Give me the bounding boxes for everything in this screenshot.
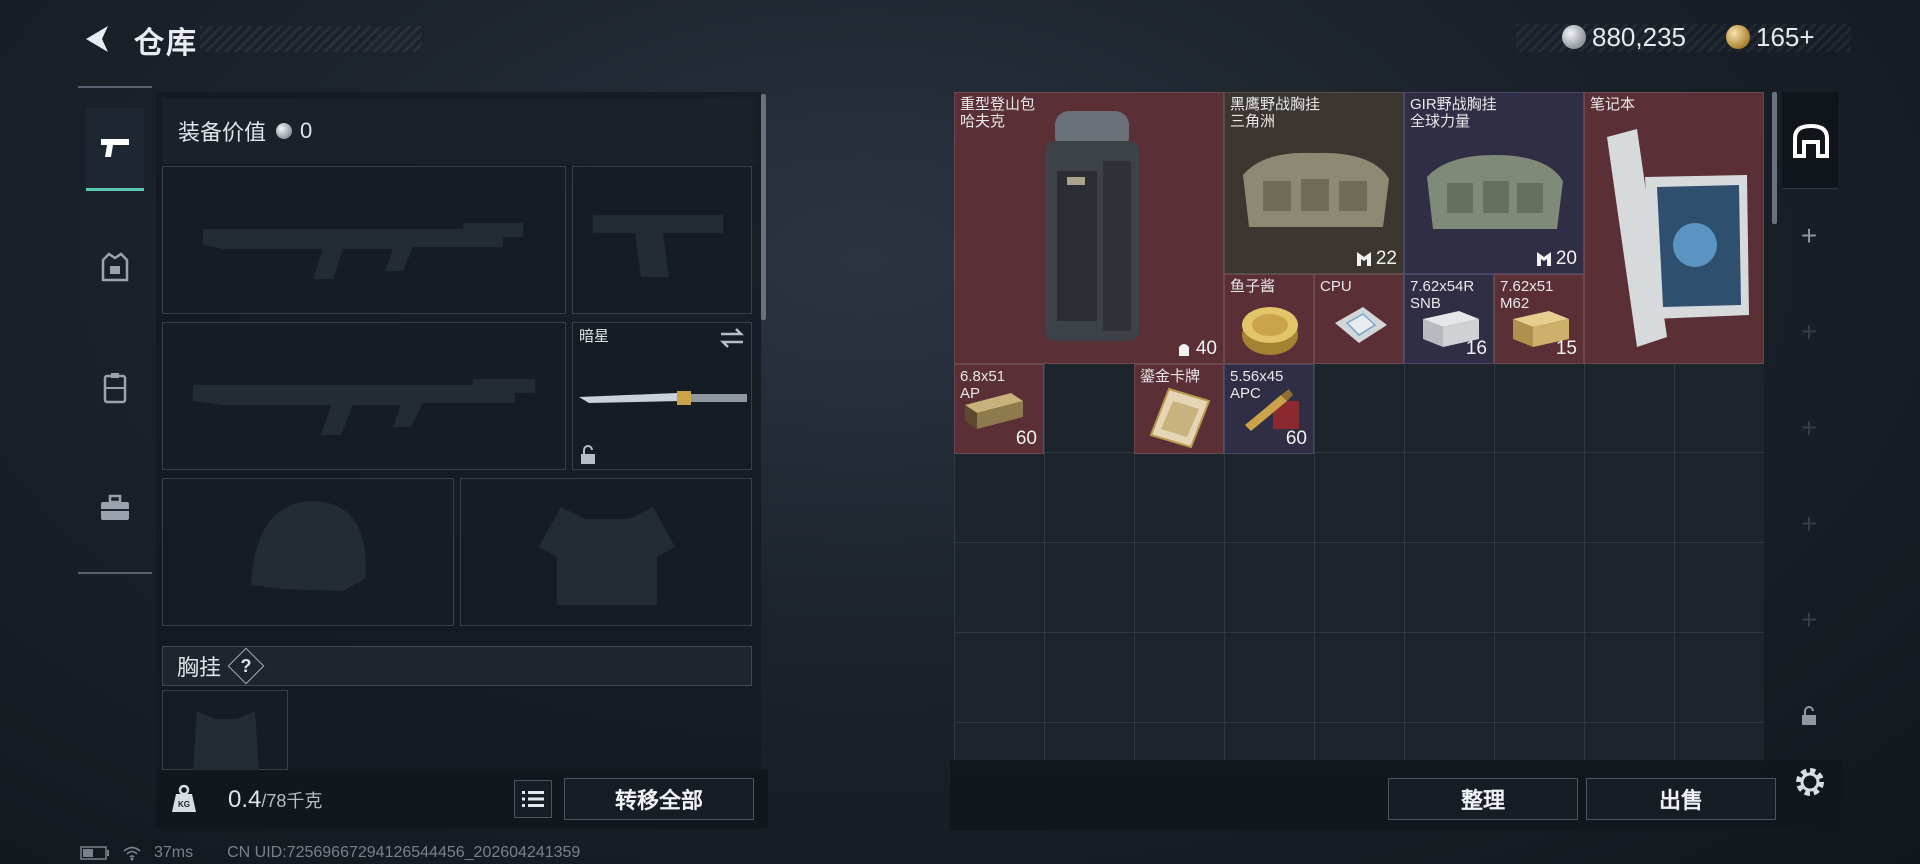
item-ammo-762x51[interactable]: 7.62x51 M62 15 [1494,274,1584,364]
tab-weapons[interactable] [86,108,144,191]
pistol-silhouette-icon [593,215,723,277]
body-armor-slot[interactable] [460,478,752,626]
backpack-image [1045,111,1139,341]
stash-page-tab-active[interactable] [1782,92,1838,189]
rig-capacity-icon [1356,252,1371,266]
weight-max: /78千克 [261,791,323,811]
gold-currency[interactable]: 165+ [1726,20,1815,54]
item-blackhawk-rig[interactable]: 黑鹰野战胸挂 三角洲 22 [1224,92,1404,274]
rifle-silhouette-icon [193,379,535,435]
add-stash-page-button[interactable]: + [1780,486,1838,562]
card-image [1149,387,1211,449]
settings-gear-icon[interactable] [1792,764,1828,800]
status-bar: 37ms CN UID:72569667294126544456_2026042… [80,844,580,862]
item-ammo-556x45[interactable]: 5.56x45 APC 60 [1224,364,1314,454]
chest-rig-section-header: 胸挂 ? [162,646,752,686]
cpu-image [1335,307,1387,343]
item-gilded-card[interactable]: 鎏金卡牌 [1134,364,1224,454]
primary-weapon-slot-1[interactable] [162,166,566,314]
sidearm-slot[interactable] [572,166,752,314]
armor-vest-icon [101,252,129,282]
silver-coin-icon [276,123,293,139]
ping-readout: 37ms [154,844,194,861]
equipment-scrollbar[interactable] [761,94,766,320]
title-stripe-decor [200,26,422,52]
page-title: 仓库 [134,27,198,60]
weight-icon: KG [172,784,196,812]
uid-readout: CN UID:72569667294126544456_202604241359 [227,844,581,861]
plus-icon: + [1800,316,1818,347]
add-stash-page-button[interactable]: + [1780,390,1838,466]
laptop-image [1607,129,1749,347]
plus-icon: + [1800,220,1818,251]
item-ammo-68x51[interactable]: 6.8x51 AP 60 [954,364,1044,454]
chest-rig-slot[interactable] [162,690,288,771]
pistol-icon [101,139,129,157]
lock-icon [581,445,595,464]
briefcase-icon [101,494,129,520]
tab-armor[interactable] [86,228,144,308]
rifle-silhouette-icon [203,223,523,279]
rig-capacity-icon [1536,252,1551,266]
list-icon [522,791,544,807]
item-laptop[interactable]: 笔记本 [1584,92,1764,364]
chest-rig-icon [103,373,127,404]
item-cpu[interactable]: CPU [1314,274,1404,364]
item-caviar[interactable]: 鱼子酱 [1224,274,1314,364]
tab-bag[interactable] [86,468,144,548]
gold-amount: 165+ [1756,21,1815,52]
battery-icon [80,846,109,860]
gold-coin-icon [1726,25,1750,49]
tab-rig[interactable] [86,348,144,428]
helmet-slot[interactable] [162,478,454,626]
helmet-silhouette-icon [251,501,366,591]
swap-icon[interactable] [719,327,745,349]
help-icon[interactable]: ? [227,647,265,685]
sell-button[interactable]: 出售 [1586,778,1776,820]
rig-image [1427,155,1563,229]
plus-icon: + [1800,508,1818,539]
stash-home-icon [1793,123,1829,158]
chest-rig-label: 胸挂 [177,655,222,680]
silver-currency: 880,235 [1562,20,1686,54]
list-view-button[interactable] [514,780,552,818]
item-gir-rig[interactable]: GIR野战胸挂 全球力量 20 [1404,92,1584,274]
plus-icon: + [1800,412,1818,443]
equipment-value-row: 装备价值 0 [162,98,756,164]
silver-amount: 880,235 [1592,21,1686,52]
item-ammo-762x54r[interactable]: 7.62x54R SNB 16 [1404,274,1494,364]
silver-coin-icon [1562,25,1586,49]
melee-slot[interactable]: 暗星 [572,322,752,470]
backpack-capacity-icon [1178,344,1189,356]
add-stash-page-button[interactable]: + [1780,582,1838,658]
caviar-tin-image [1242,307,1298,355]
equipment-value-label: 装备价值 [178,120,267,145]
primary-weapon-slot-2[interactable] [162,322,566,470]
weight-current: 0.4 [228,786,262,813]
wifi-icon [123,846,141,861]
melee-name: 暗星 [579,328,610,345]
rig-image [1243,152,1389,227]
equipment-value: 0 [300,118,313,143]
organize-button[interactable]: 整理 [1388,778,1578,820]
svg-text:KG: KG [178,800,190,809]
ammo-pack-image [965,393,1023,429]
transfer-all-button[interactable]: 转移全部 [564,778,754,820]
weight-readout: 0.4/78千克 [228,786,322,814]
lock-icon[interactable] [1800,706,1818,726]
item-heavy-backpack[interactable]: 重型登山包 哈夫克 40 [954,92,1224,364]
add-stash-page-button[interactable]: + [1780,294,1838,370]
knife-icon [579,391,747,405]
add-stash-page-button[interactable]: + [1780,198,1838,274]
armor-silhouette-icon [539,507,675,605]
back-arrow-icon[interactable] [80,22,114,56]
stash-scrollbar[interactable] [1772,92,1777,224]
plus-icon: + [1800,604,1818,635]
rig-silhouette-icon [193,711,259,771]
